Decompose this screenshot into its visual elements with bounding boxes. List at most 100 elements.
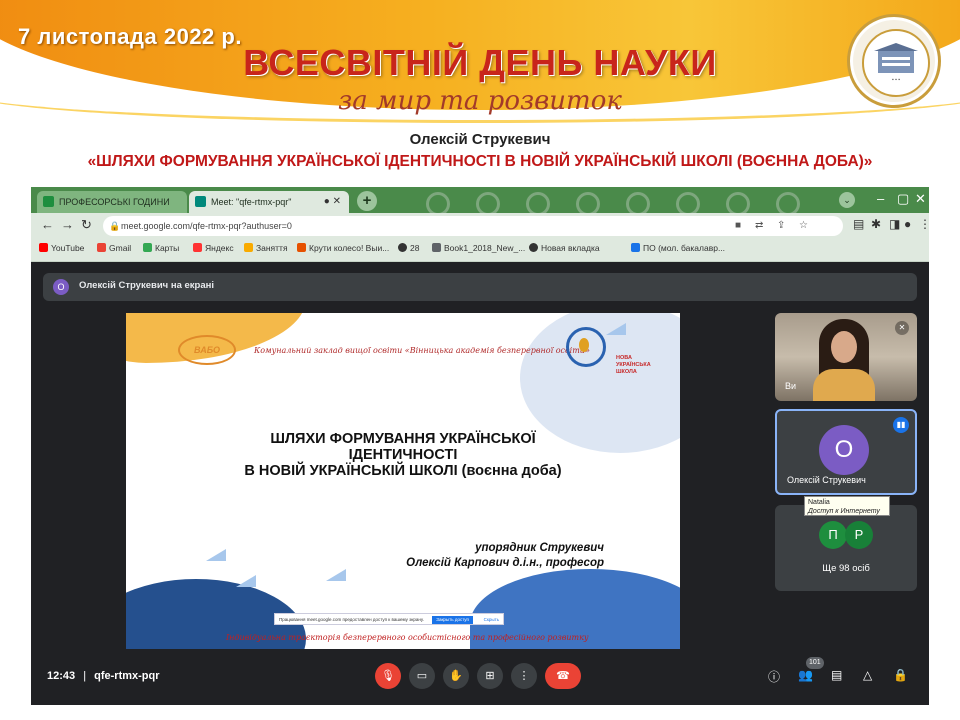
translate-icon[interactable]: ⇄ [755,216,763,236]
raise-hand-button[interactable]: ✋ [443,663,469,689]
address-bar[interactable]: 🔒 meet.google.com/qfe-rtmx-pqr?authuser=… [103,216,843,236]
compiler-line: Олексій Карпович д.і.н., професор [406,557,604,569]
bookmark-wheel[interactable]: Крути колесо! Выи... [297,243,389,253]
bookmark-28[interactable]: 28 [398,243,419,253]
separator: | [83,670,87,682]
hide-notice-button[interactable]: Скрыть [484,614,499,626]
people-icon[interactable]: 👥 [798,668,813,682]
screen-share-notice: Працювання meet.google.com предоставлен … [274,613,504,625]
bookmark-po[interactable]: ПО (мол. бакалавр... [631,243,725,253]
nush-label: НОВА УКРАЇНСЬКА ШКОЛА [616,355,651,375]
paper-plane-icon [206,549,226,561]
avatar: О [819,425,869,475]
bookmarks-bar: YouTube Gmail Карты Яндекс Заняття Крути… [31,239,929,262]
slide-title-line: В НОВІЙ УКРАЇНСЬКІЙ ШКОЛІ (воєнна доба) [244,463,562,479]
avatar: О [53,279,69,295]
reload-icon[interactable]: ↻ [81,217,92,233]
video-face [831,331,857,363]
close-window-icon[interactable]: ✕ [915,191,926,207]
more-participants-label: Ще 98 осіб [822,563,870,574]
clock-time: 12:43 [47,670,76,682]
slide-compiler: упорядник Струкевич Олексій Карпович д.і… [406,541,604,571]
menu-icon[interactable]: ⋮ [919,217,929,231]
more-options-button[interactable]: ⋮ [511,663,537,689]
camera-button[interactable]: ▭ [409,663,435,689]
more-participants-tile[interactable]: П Р Ще 98 осіб [775,505,917,591]
institution-name: Комунальний заклад вищої освіти «Вінниць… [254,346,590,355]
tab-search-icon[interactable]: ⌄ [839,192,855,208]
meet-screenshot: ПРОФЕСОРСЬКІ ГОДИНИ 07.11 Meet: "qfe-rtm… [31,187,929,705]
paper-plane-icon [236,575,256,587]
seal-inner: ▪ ▪ ▪ [862,29,930,97]
presenting-label: Олексій Струкевич на екрані [79,280,214,291]
mic-off-icon: ✕ [895,321,909,335]
meeting-info: 12:43 | qfe-rtmx-pqr [47,670,160,682]
university-seal-logo: ▪ ▪ ▪ [847,14,941,108]
slide-footer: Індивідуальна траєкторія безперервного о… [226,633,589,642]
tab-meet[interactable]: Meet: "qfe-rtmx-pqr" ● ✕ [189,191,349,213]
new-tab-button[interactable]: + [357,191,377,211]
academy-logo: ВАБО [178,335,236,365]
bookmark-star-icon[interactable]: ☆ [799,216,808,236]
speaking-indicator-icon: ▮▮ [893,417,909,433]
profile-avatar[interactable]: ● [904,217,911,231]
event-subtitle: за мир та розвиток [338,86,622,116]
self-video-tile[interactable]: ✕ Ви [775,313,917,401]
building-icon [874,43,918,73]
tab-sheets[interactable]: ПРОФЕСОРСЬКІ ГОДИНИ 07.11 [37,191,187,229]
avatar: П [819,521,847,549]
bookmark-youtube[interactable]: YouTube [39,243,84,253]
maximize-icon[interactable]: ▢ [897,191,909,207]
leave-call-button[interactable]: ☎ [545,663,581,689]
bookmark-book1[interactable]: Book1_2018_New_... [432,243,525,253]
presenting-banner: О Олексій Струкевич на екрані [43,273,917,301]
tooltip-status: Доступ к Интернету [808,508,880,515]
speaker-tile[interactable]: О ▮▮ Олексій Струкевич [775,409,917,495]
activities-icon[interactable]: △ [863,668,872,682]
bookmark-new-tab[interactable]: Новая вкладка [529,243,600,253]
chat-icon[interactable]: ▤ [831,668,842,682]
info-icon[interactable]: ⓘ [768,668,780,685]
author-name: Олексій Струкевич [409,131,551,148]
title-banner: 7 листопада 2022 р. ВСЕСВІТНІЙ ДЕНЬ НАУК… [0,0,960,190]
host-controls-icon[interactable]: 🔒 [893,668,908,682]
bookmark-maps[interactable]: Карты [143,243,179,253]
reader-icon[interactable]: ▤ [853,217,864,231]
close-tab-icon[interactable]: ● ✕ [324,191,341,213]
url-text: meet.google.com/qfe-rtmx-pqr?authuser=0 [121,221,292,231]
tab-label: Meet: "qfe-rtmx-pqr" [211,197,292,207]
share-icon[interactable]: ⇪ [777,216,785,236]
back-icon[interactable]: ← [41,217,54,232]
camera-icon[interactable]: ■ [735,216,741,236]
seal-mark: ▪ ▪ ▪ [891,77,901,83]
slide-title-line: ІДЕНТИЧНОСТІ [348,447,458,463]
browser-toolbar: ← → ↻ 🔒 meet.google.com/qfe-rtmx-pqr?aut… [31,213,929,239]
sheets-icon [43,196,54,207]
paper-plane-icon [606,323,626,335]
tooltip-name: Natalia [808,499,830,506]
meet-icon [195,196,206,207]
compiler-line: упорядник Струкевич [475,542,604,554]
sidepanel-icon[interactable]: ◨ [889,217,900,231]
nush-logo-icon [566,327,606,367]
shared-screen-slide: ВАБО Комунальний заклад вищої освіти «Ві… [126,313,680,649]
paper-plane-icon [326,569,346,581]
bookmark-gmail[interactable]: Gmail [97,243,131,253]
notice-text: Працювання meet.google.com предоставлен … [279,617,424,622]
present-button[interactable]: ⊞ [477,663,503,689]
network-tooltip: Natalia Доступ к Интернету [804,496,890,516]
stop-sharing-button[interactable]: Закрыть доступ [432,616,473,624]
mic-off-button[interactable]: 🎙 [375,663,401,689]
meeting-code: qfe-rtmx-pqr [94,670,160,682]
slide-title: ШЛЯХИ ФОРМУВАННЯ УКРАЇНСЬКОЇ ІДЕНТИЧНОСТ… [126,431,680,479]
bookmark-classes[interactable]: Заняття [244,243,288,253]
event-title: ВСЕСВІТНІЙ ДЕНЬ НАУКИ [243,42,717,83]
participant-video [813,319,875,401]
bookmark-yandex[interactable]: Яндекс [193,243,234,253]
extensions-icon[interactable]: ✱ [871,217,881,231]
talk-topic: «ШЛЯХИ ФОРМУВАННЯ УКРАЇНСЬКОЇ ІДЕНТИЧНОС… [87,153,873,170]
minimize-icon[interactable]: – [877,191,884,206]
forward-icon[interactable]: → [61,217,74,232]
browser-tab-bar: ПРОФЕСОРСЬКІ ГОДИНИ 07.11 Meet: "qfe-rtm… [31,187,929,229]
tile-name: Олексій Струкевич [787,475,866,485]
